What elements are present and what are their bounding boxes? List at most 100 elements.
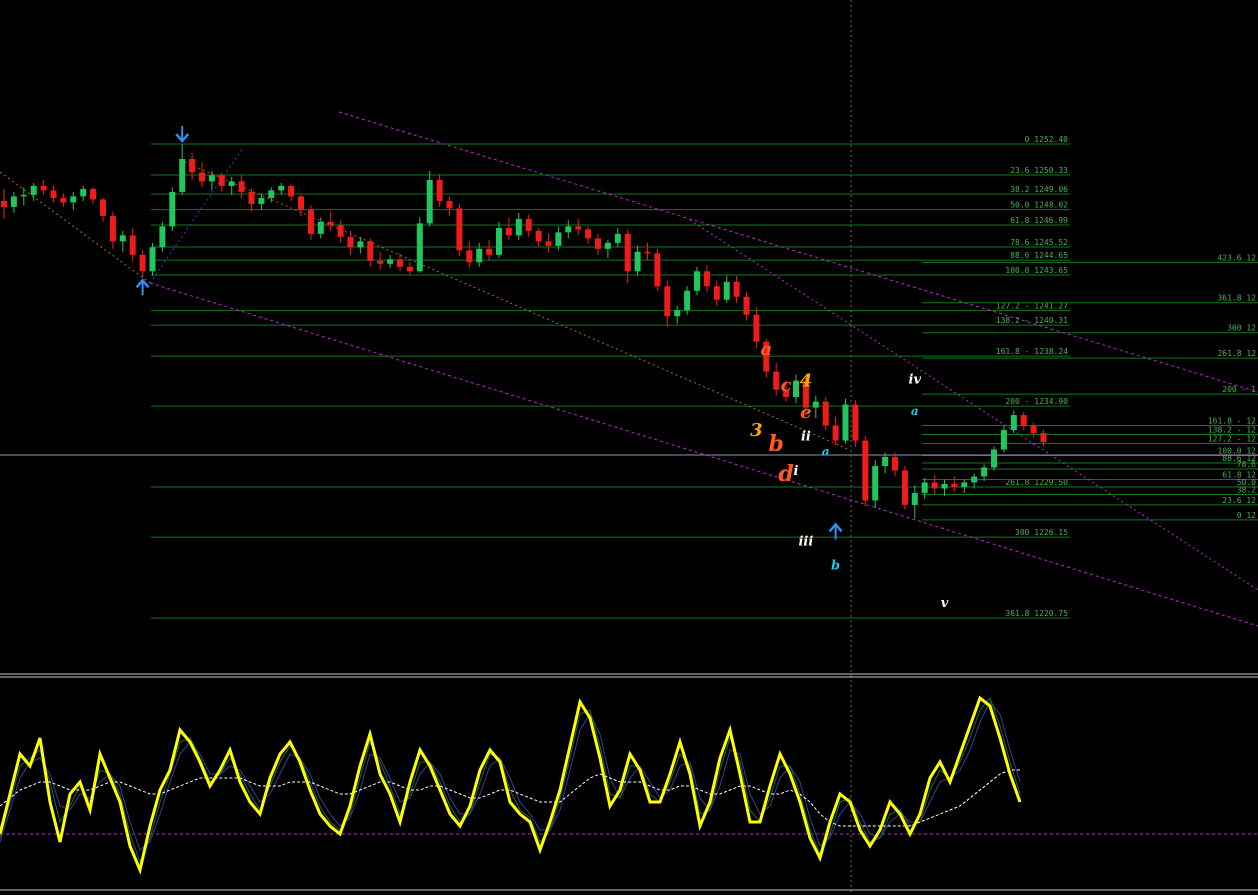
candle-body: [20, 194, 27, 197]
wave-label: a: [760, 339, 772, 360]
candle-body: [119, 235, 126, 242]
candle-body: [901, 470, 908, 505]
candle-body: [1000, 430, 1007, 450]
candle-body: [535, 230, 542, 242]
candle-body: [981, 467, 988, 477]
candle-body: [159, 226, 166, 248]
fib-label-main: 23.6 1250.33: [1010, 166, 1068, 175]
candle-body: [1010, 415, 1017, 431]
candle-body: [595, 238, 601, 249]
candle-body: [713, 286, 720, 300]
wave-label: b: [831, 558, 840, 573]
candle-body: [793, 380, 799, 398]
candle-body: [218, 175, 225, 186]
candle-body: [258, 197, 265, 204]
candle-body: [317, 221, 324, 234]
fib-label-main: 200 - 1234.90: [1005, 397, 1068, 406]
candle-body: [624, 233, 631, 272]
candle-body: [555, 232, 562, 246]
fib-label-right: 0 12: [1237, 511, 1256, 520]
candle-body: [208, 175, 215, 182]
candle-body: [872, 465, 879, 501]
fib-label-main: 100.0 1243.65: [1005, 266, 1068, 275]
candle-body: [505, 227, 512, 236]
fib-label-right: 200 - 1: [1222, 385, 1256, 394]
candle-body: [832, 425, 839, 441]
fib-label-right: 300 12: [1227, 324, 1256, 333]
wave-label: i: [794, 464, 799, 479]
candle-body: [812, 401, 819, 408]
candle-body: [347, 236, 354, 248]
candle-body: [199, 172, 205, 182]
candle-body: [70, 196, 77, 203]
candle-body: [377, 260, 384, 264]
candle-body: [228, 181, 235, 186]
price-chart-canvas[interactable]: 0 1252.40 23.6 1250.33 38.2 1249.06 50.0 12…: [0, 0, 1258, 895]
fib-label-main: 50.0 1248.02: [1010, 201, 1068, 210]
wave-label: iii: [798, 534, 813, 549]
candle-body: [951, 483, 958, 487]
wave-label: 3: [750, 420, 763, 441]
candle-body: [634, 251, 641, 272]
candle-body: [585, 229, 592, 239]
candle-body: [288, 185, 295, 197]
candle-body: [50, 190, 57, 198]
candle-body: [822, 401, 829, 426]
candle-body: [921, 482, 928, 493]
candle-body: [179, 158, 186, 192]
fib-label-main: 78.6 1245.52: [1010, 238, 1068, 247]
candle-body: [664, 286, 671, 317]
candle-body: [307, 209, 314, 234]
fib-label-main: 138.2 - 1240.31: [996, 316, 1068, 325]
candle-body: [911, 492, 918, 505]
candle-body: [298, 196, 304, 210]
candle-body: [842, 404, 849, 441]
candle-body: [169, 191, 176, 227]
candle-body: [991, 449, 997, 468]
candle-body: [773, 371, 780, 390]
candle-body: [743, 296, 750, 315]
fib-label-main: 0 1252.40: [1025, 135, 1069, 144]
candle-body: [446, 200, 453, 209]
candle-body: [1, 200, 7, 207]
candle-body: [862, 440, 869, 501]
candle-body: [268, 190, 275, 198]
candle-body: [357, 241, 364, 248]
fib-label-right: 423.6 12: [1217, 253, 1256, 262]
fib-label-main: 161.8 - 1238.24: [996, 347, 1068, 356]
fib-label-main: 38.2 1249.06: [1010, 185, 1068, 194]
candle-body: [189, 158, 196, 173]
candle-body: [426, 179, 433, 224]
wave-label: a: [911, 404, 919, 418]
candle-body: [684, 290, 691, 311]
fib-label-right: 38.2: [1237, 485, 1256, 494]
wave-label: e: [800, 402, 811, 423]
candle-body: [406, 266, 413, 272]
wave-label: b: [769, 431, 784, 457]
candle-body: [703, 271, 710, 287]
fib-label-main: 88.6 1244.65: [1010, 251, 1068, 260]
fib-label-main: 361.8 1220.75: [1005, 609, 1068, 618]
candle-body: [80, 188, 87, 197]
candle-body: [674, 310, 681, 317]
candle-body: [90, 188, 97, 200]
fib-label-main: 61.8 1246.99: [1010, 216, 1068, 225]
candle-body: [387, 259, 394, 264]
wave-label: iv: [909, 373, 922, 388]
candle-body: [129, 235, 136, 255]
candle-body: [694, 271, 700, 291]
wave-label: 4: [800, 371, 813, 392]
wave-label: v: [941, 596, 949, 611]
candle-body: [941, 483, 948, 489]
candle-body: [476, 248, 483, 263]
candle-body: [515, 218, 522, 236]
candle-body: [248, 191, 255, 204]
candle-body: [1040, 433, 1047, 443]
fib-label-right: 138.2 - 12: [1208, 426, 1256, 435]
candle-body: [614, 233, 621, 243]
candle-body: [971, 476, 978, 483]
candle-body: [733, 281, 740, 297]
candle-body: [60, 197, 67, 203]
candle-body: [565, 226, 572, 233]
candle-body: [1030, 425, 1037, 434]
